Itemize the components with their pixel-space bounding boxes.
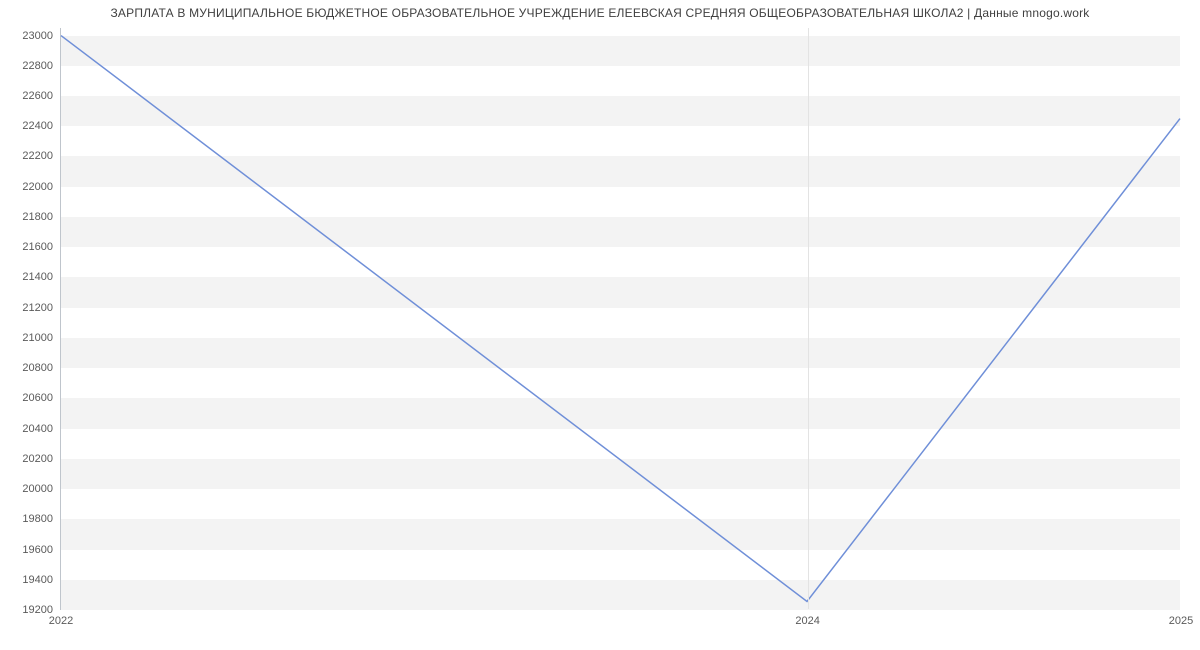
y-tick-label: 20400: [22, 423, 53, 435]
y-tick-label: 21400: [22, 271, 53, 283]
y-tick-label: 20600: [22, 392, 53, 404]
data-line: [61, 36, 1180, 602]
x-tick-label: 2025: [1169, 615, 1193, 627]
y-tick-label: 21000: [22, 332, 53, 344]
y-tick-label: 21800: [22, 211, 53, 223]
line-layer: [61, 28, 1180, 609]
y-tick-label: 23000: [22, 30, 53, 42]
y-tick-label: 19800: [22, 513, 53, 525]
y-tick-label: 19600: [22, 544, 53, 556]
chart-title: ЗАРПЛАТА В МУНИЦИПАЛЬНОЕ БЮДЖЕТНОЕ ОБРАЗ…: [0, 6, 1200, 20]
y-tick-label: 22000: [22, 181, 53, 193]
y-tick-label: 21200: [22, 302, 53, 314]
y-tick-label: 22600: [22, 90, 53, 102]
y-tick-label: 22200: [22, 150, 53, 162]
x-gridline: [808, 28, 809, 609]
y-tick-label: 20800: [22, 362, 53, 374]
x-tick-label: 2022: [49, 615, 73, 627]
salary-line-chart: ЗАРПЛАТА В МУНИЦИПАЛЬНОЕ БЮДЖЕТНОЕ ОБРАЗ…: [0, 0, 1200, 650]
y-tick-label: 19400: [22, 574, 53, 586]
y-tick-label: 20000: [22, 483, 53, 495]
y-tick-label: 22400: [22, 120, 53, 132]
plot-area: 1920019400196001980020000202002040020600…: [60, 28, 1180, 610]
y-tick-label: 21600: [22, 241, 53, 253]
y-tick-label: 22800: [22, 60, 53, 72]
x-tick-label: 2024: [795, 615, 819, 627]
y-tick-label: 20200: [22, 453, 53, 465]
